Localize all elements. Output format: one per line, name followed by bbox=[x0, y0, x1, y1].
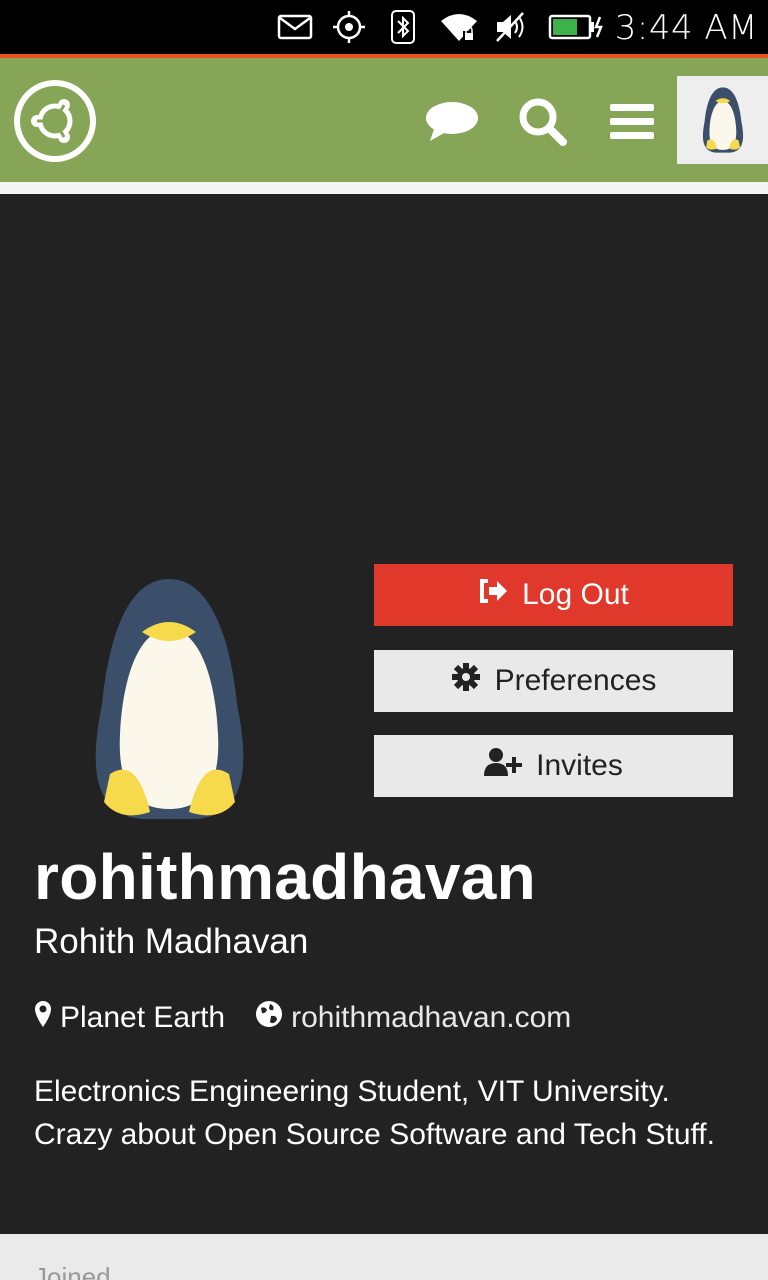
wifi-locked-icon bbox=[439, 10, 479, 44]
location-target-icon bbox=[331, 10, 367, 44]
logout-button[interactable]: Log Out bbox=[374, 564, 733, 626]
logout-icon bbox=[478, 578, 508, 612]
preferences-label: Preferences bbox=[494, 664, 657, 697]
full-name: Rohith Madhavan bbox=[34, 922, 309, 961]
ubuntu-logo-icon[interactable] bbox=[14, 80, 96, 162]
battery-charging-icon bbox=[548, 10, 606, 44]
preferences-button[interactable]: Preferences bbox=[374, 650, 733, 712]
globe-icon bbox=[255, 1000, 283, 1036]
status-time: 3:44 AM bbox=[614, 8, 758, 48]
location-text: Planet Earth bbox=[60, 1001, 226, 1034]
invites-button[interactable]: Invites bbox=[374, 735, 733, 797]
profile-avatar bbox=[82, 574, 257, 824]
logout-label: Log Out bbox=[522, 578, 629, 611]
chat-icon[interactable] bbox=[422, 96, 482, 146]
username: rohithmadhavan bbox=[34, 841, 537, 913]
map-marker-icon bbox=[34, 1000, 52, 1036]
website[interactable]: rohithmadhavan.com bbox=[255, 1000, 571, 1036]
search-icon[interactable] bbox=[512, 96, 572, 146]
add-user-icon bbox=[484, 747, 523, 785]
bio: Electronics Engineering Student, VIT Uni… bbox=[34, 1075, 715, 1151]
stats-panel: Joined bbox=[0, 1234, 768, 1280]
profile-card: Log Out Preferences Invites rohithmadhav… bbox=[0, 194, 768, 1234]
mail-icon bbox=[276, 10, 314, 44]
gear-icon bbox=[451, 662, 481, 700]
invites-label: Invites bbox=[536, 749, 623, 782]
website-link[interactable]: rohithmadhavan.com bbox=[291, 1001, 571, 1035]
header-divider bbox=[0, 182, 768, 194]
profile-meta: Planet Earth rohithmadhavan.com bbox=[34, 1000, 571, 1036]
joined-label: Joined bbox=[34, 1262, 111, 1280]
status-bar: 3:44 AM bbox=[0, 0, 768, 58]
menu-icon[interactable] bbox=[602, 96, 662, 146]
penguin-avatar[interactable] bbox=[677, 76, 768, 164]
app-bar bbox=[0, 58, 768, 182]
muted-volume-icon bbox=[493, 10, 529, 44]
location: Planet Earth bbox=[34, 1000, 225, 1036]
bluetooth-icon bbox=[390, 10, 416, 44]
